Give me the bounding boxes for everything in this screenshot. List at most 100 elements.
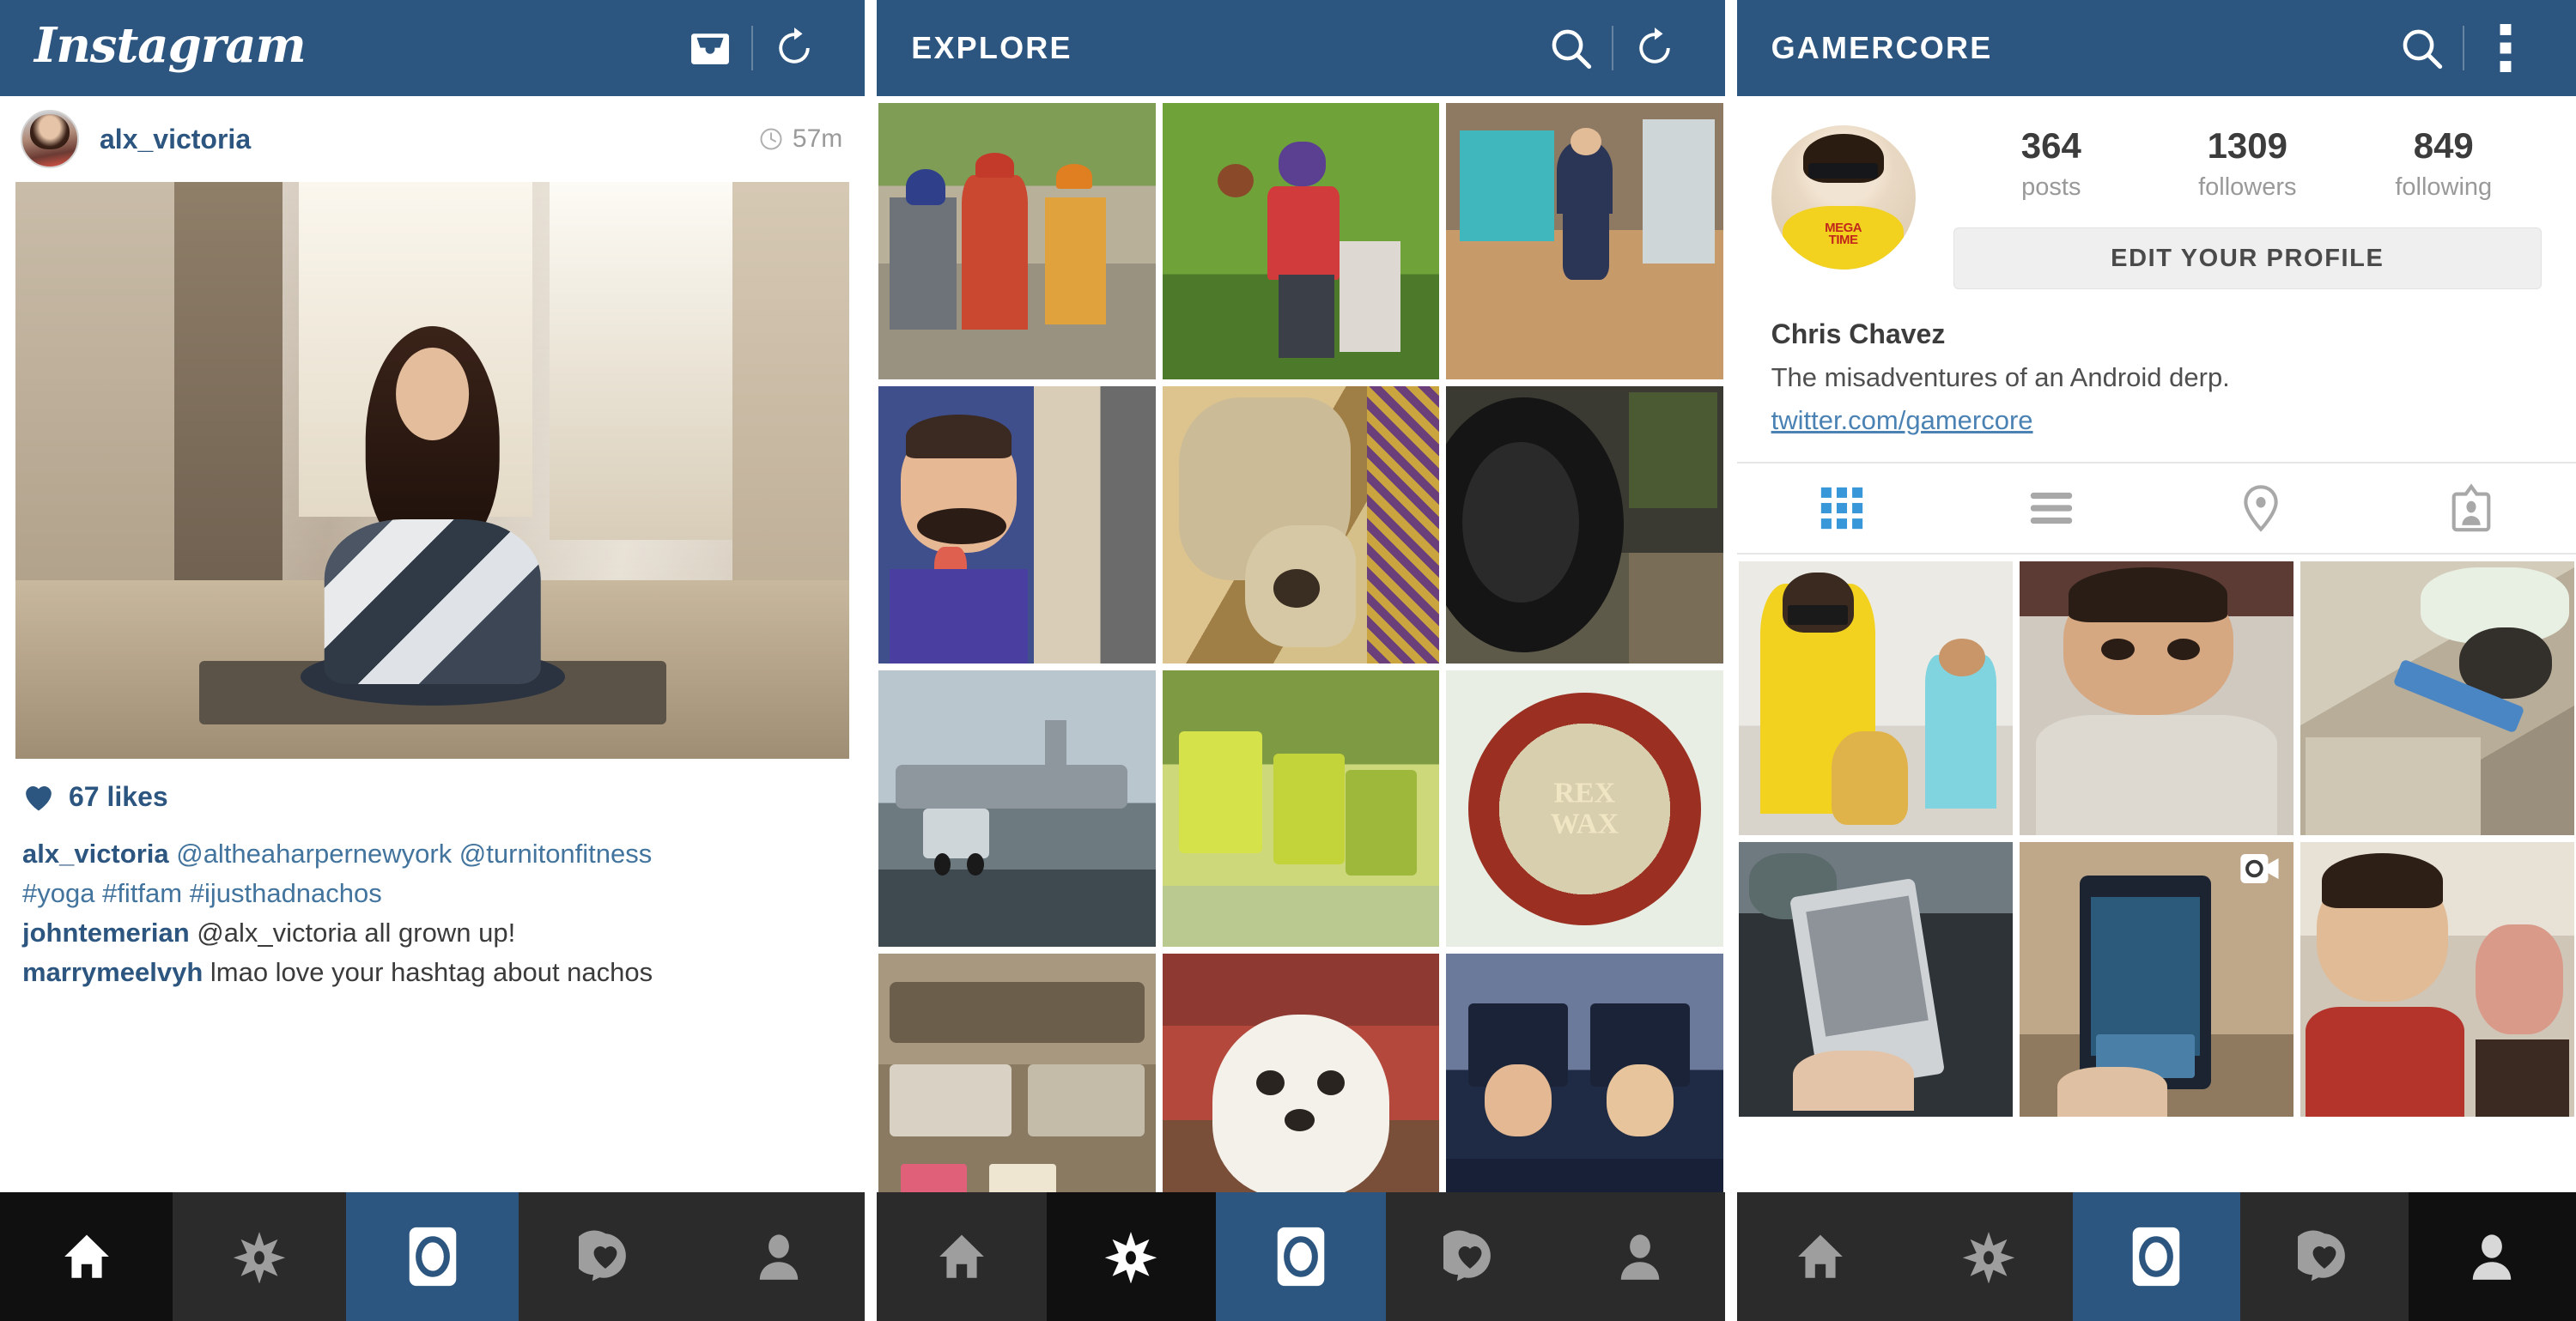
explore-tile[interactable] xyxy=(1446,103,1723,380)
photo-layer xyxy=(173,182,283,597)
nav-home[interactable] xyxy=(877,1192,1047,1321)
profile-tabs xyxy=(1736,462,2576,555)
bottom-nav xyxy=(1736,1192,2576,1321)
explore-tile[interactable] xyxy=(878,670,1156,948)
likes-count[interactable]: 67 likes xyxy=(69,781,168,813)
caption-username[interactable]: alx_victoria xyxy=(22,839,169,869)
profile-stats: 364 posts 1309 followers 849 following xyxy=(1953,125,2542,202)
nav-profile[interactable] xyxy=(691,1192,866,1321)
profile-tile[interactable] xyxy=(1738,842,2013,1117)
caption-line: alx_victoria @altheaharpernewyork @turni… xyxy=(22,835,842,873)
explore-grid: REX WAX xyxy=(877,96,1724,1192)
post-timestamp: 57m xyxy=(758,124,842,154)
caption-text: @altheaharpernewyork @turnitonfitness xyxy=(168,839,653,869)
inbox-button[interactable] xyxy=(669,0,751,96)
explore-tile[interactable]: REX WAX xyxy=(1446,670,1723,948)
search-icon xyxy=(2403,29,2443,70)
nav-explore[interactable] xyxy=(173,1192,346,1321)
list-icon xyxy=(2030,493,2073,524)
stat-following[interactable]: 849 following xyxy=(2346,125,2542,202)
nav-activity[interactable] xyxy=(2240,1192,2409,1321)
explore-tile[interactable] xyxy=(878,103,1156,380)
nav-home[interactable] xyxy=(0,1192,173,1321)
profile-tile[interactable] xyxy=(2019,842,2293,1117)
stat-posts[interactable]: 364 posts xyxy=(1953,125,2149,202)
profile-appbar-actions xyxy=(2380,0,2547,96)
tile-photo xyxy=(878,954,1156,1192)
home-icon xyxy=(939,1234,984,1278)
heart-icon[interactable] xyxy=(22,783,55,812)
nav-camera[interactable] xyxy=(345,1192,519,1321)
nav-home[interactable] xyxy=(1736,1192,1905,1321)
photo-layer xyxy=(549,182,733,540)
nav-camera[interactable] xyxy=(2072,1192,2241,1321)
profile-tile[interactable] xyxy=(2300,842,2574,1117)
post-avatar[interactable] xyxy=(21,110,79,168)
nav-explore[interactable] xyxy=(1046,1192,1217,1321)
comment-username[interactable]: johntemerian xyxy=(22,918,190,948)
photo-subject xyxy=(300,326,565,706)
compass-star-icon xyxy=(1962,1232,2015,1283)
post-username[interactable]: alx_victoria xyxy=(100,124,251,155)
search-button[interactable] xyxy=(1529,0,1612,96)
nav-activity[interactable] xyxy=(1385,1192,1556,1321)
nav-profile[interactable] xyxy=(1555,1192,1725,1321)
comment-username[interactable]: marrymeelvyh xyxy=(22,957,203,987)
explore-title: EXPLORE xyxy=(911,30,1072,65)
overflow-menu-icon xyxy=(2500,24,2512,72)
explore-tile[interactable] xyxy=(1162,670,1440,948)
profile-appbar: GAMERCORE xyxy=(1736,0,2576,96)
stat-followers[interactable]: 1309 followers xyxy=(2149,125,2345,202)
heart-bubble-icon xyxy=(1443,1230,1492,1282)
post-photo[interactable] xyxy=(15,182,850,759)
profile-screen: GAMERCORE MEGA TIME 364 posts 1309 follo… xyxy=(1736,0,2576,1321)
tile-photo xyxy=(1162,670,1440,948)
refresh-button[interactable] xyxy=(1613,0,1696,96)
refresh-button[interactable] xyxy=(753,0,835,96)
photos-of-you-tab[interactable] xyxy=(2366,464,2576,553)
heart-bubble-icon xyxy=(579,1230,626,1282)
explore-tile[interactable] xyxy=(1162,103,1440,380)
explore-tile[interactable] xyxy=(1446,386,1723,664)
comment-text: lmao love your hashtag about nachos xyxy=(203,957,653,988)
bottom-nav xyxy=(0,1192,866,1321)
tile-photo: REX WAX xyxy=(1446,670,1723,948)
nav-activity[interactable] xyxy=(519,1192,692,1321)
explore-tile[interactable] xyxy=(1162,386,1440,664)
grid-tab[interactable] xyxy=(1737,464,1947,553)
stat-value: 1309 xyxy=(2207,125,2288,166)
profile-tile[interactable] xyxy=(2019,561,2293,836)
tile-photo xyxy=(2019,561,2293,836)
tile-photo xyxy=(878,103,1156,380)
tile-photo xyxy=(1446,386,1723,664)
nav-explore[interactable] xyxy=(1905,1192,2073,1321)
likes-row: 67 likes xyxy=(0,759,865,820)
explore-tile[interactable] xyxy=(878,954,1156,1192)
profile-tile[interactable] xyxy=(1738,561,2013,836)
tile-photo xyxy=(1162,103,1440,380)
camera-icon xyxy=(2133,1227,2180,1287)
map-tab[interactable] xyxy=(2156,464,2366,553)
tile-photo xyxy=(1738,561,2013,836)
explore-tile[interactable] xyxy=(1446,954,1723,1192)
nav-profile[interactable] xyxy=(2408,1192,2576,1321)
profile-name: Chris Chavez xyxy=(1771,318,1946,350)
panel-gap xyxy=(1724,0,1737,1321)
profile-tile[interactable] xyxy=(2300,561,2574,836)
search-icon xyxy=(1552,29,1591,70)
profile-avatar[interactable]: MEGA TIME xyxy=(1771,125,1916,270)
edit-profile-button[interactable]: EDIT YOUR PROFILE xyxy=(1953,227,2542,290)
explore-tile[interactable] xyxy=(878,386,1156,664)
explore-tile[interactable] xyxy=(1162,954,1440,1192)
person-icon xyxy=(2473,1234,2512,1280)
video-camera-icon xyxy=(2240,854,2279,884)
profile-website-link[interactable]: twitter.com/gamercore xyxy=(1771,405,2033,436)
person-icon xyxy=(759,1234,798,1280)
caption-line: #yoga #fitfam #ijusthadnachos xyxy=(22,875,842,912)
post-header: alx_victoria 57m xyxy=(0,96,866,182)
overflow-menu-button[interactable] xyxy=(2464,0,2547,96)
list-tab[interactable] xyxy=(1947,464,2156,553)
search-button[interactable] xyxy=(2380,0,2463,96)
profile-header: MEGA TIME 364 posts 1309 followers 849 fo… xyxy=(1737,96,2576,290)
nav-camera[interactable] xyxy=(1216,1192,1386,1321)
